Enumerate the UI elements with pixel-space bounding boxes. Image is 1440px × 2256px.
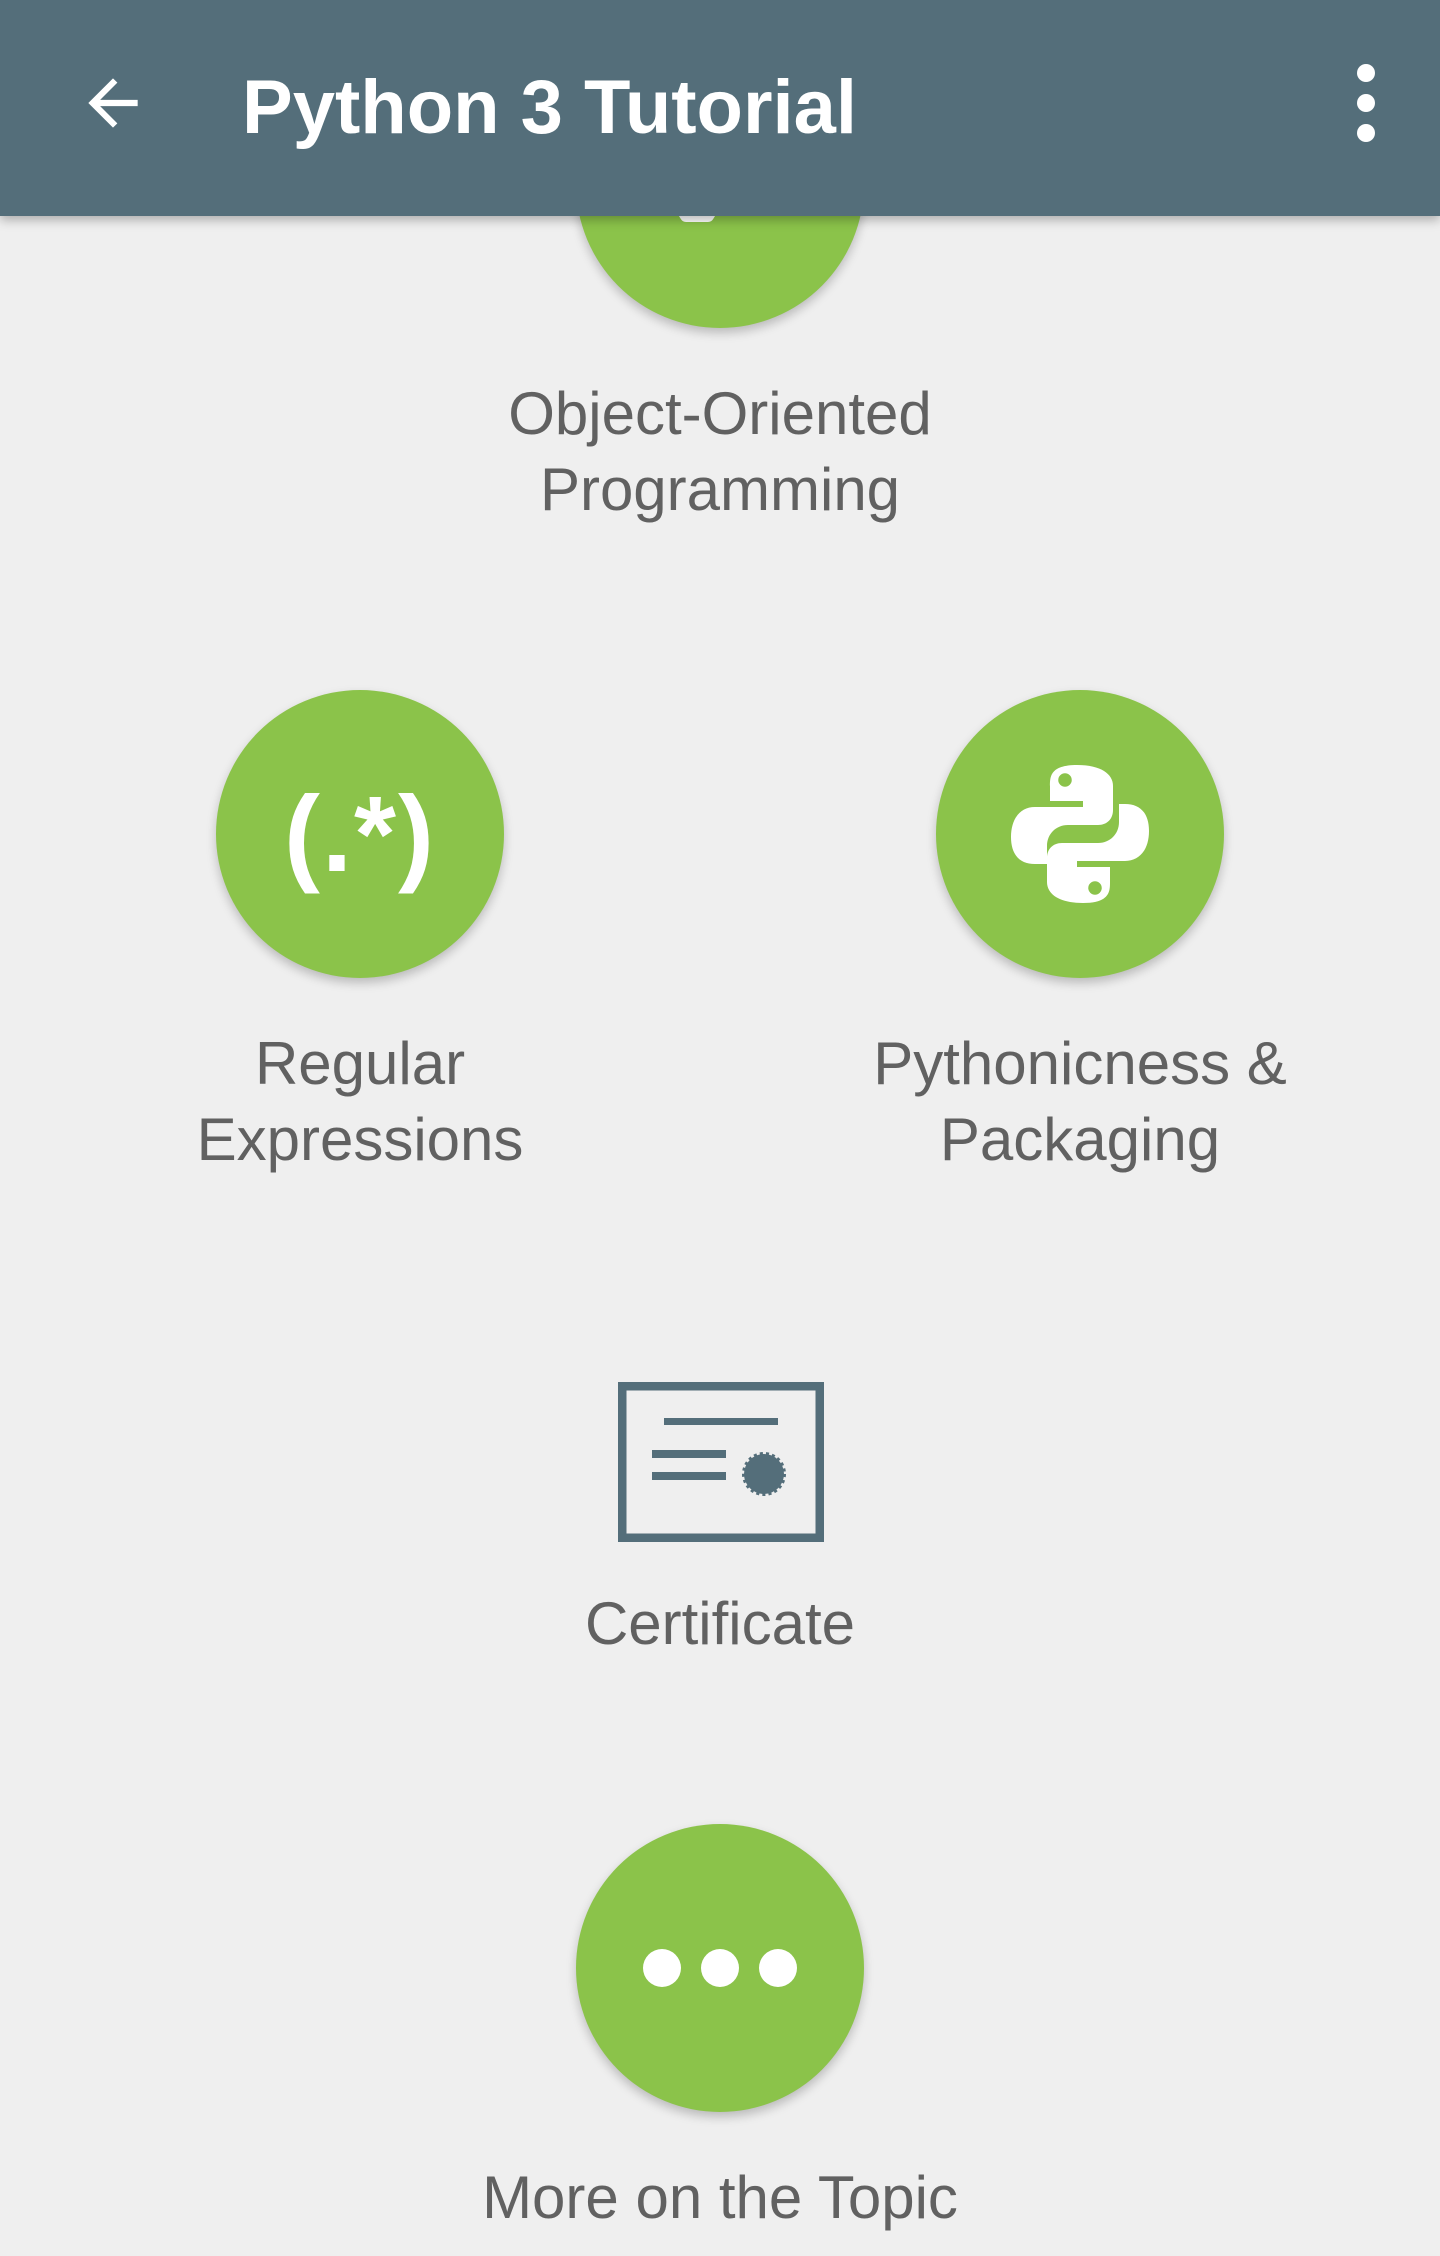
lesson-label-line: Regular xyxy=(254,1030,466,1097)
back-button[interactable] xyxy=(58,48,168,158)
lesson-label: Regular Expressions xyxy=(60,1026,660,1178)
python-logo-icon xyxy=(1011,765,1149,903)
lesson-label-line: Pythonicness & xyxy=(873,1030,1287,1097)
more-dots-icon xyxy=(643,1949,797,1987)
lesson-label: Object-Oriented Programming xyxy=(420,376,1020,528)
lesson-label: More on the Topic xyxy=(482,2164,958,2231)
regex-icon: (.*) xyxy=(284,773,436,894)
page-title: Python 3 Tutorial xyxy=(242,65,858,150)
overflow-dot xyxy=(1357,124,1375,142)
lesson-label-line: Programming xyxy=(539,456,901,523)
overflow-dot xyxy=(1357,94,1375,112)
overflow-menu-button[interactable] xyxy=(1326,48,1406,158)
app-bar: Python 3 Tutorial xyxy=(0,0,1440,216)
lesson-label-line: Object-Oriented xyxy=(508,380,932,447)
certificate-icon[interactable] xyxy=(618,1382,824,1542)
lesson-circle[interactable]: (.*) xyxy=(216,690,504,978)
lesson-label-line: Expressions xyxy=(196,1106,524,1173)
arrow-back-icon xyxy=(88,78,138,128)
lesson-label-line: Packaging xyxy=(939,1106,1221,1173)
lesson-circle[interactable] xyxy=(936,690,1224,978)
lesson-label: Certificate xyxy=(584,1590,856,1657)
lesson-label: Pythonicness & Packaging xyxy=(780,1026,1380,1178)
lesson-circle[interactable] xyxy=(576,1824,864,2112)
overflow-dot xyxy=(1357,64,1375,82)
